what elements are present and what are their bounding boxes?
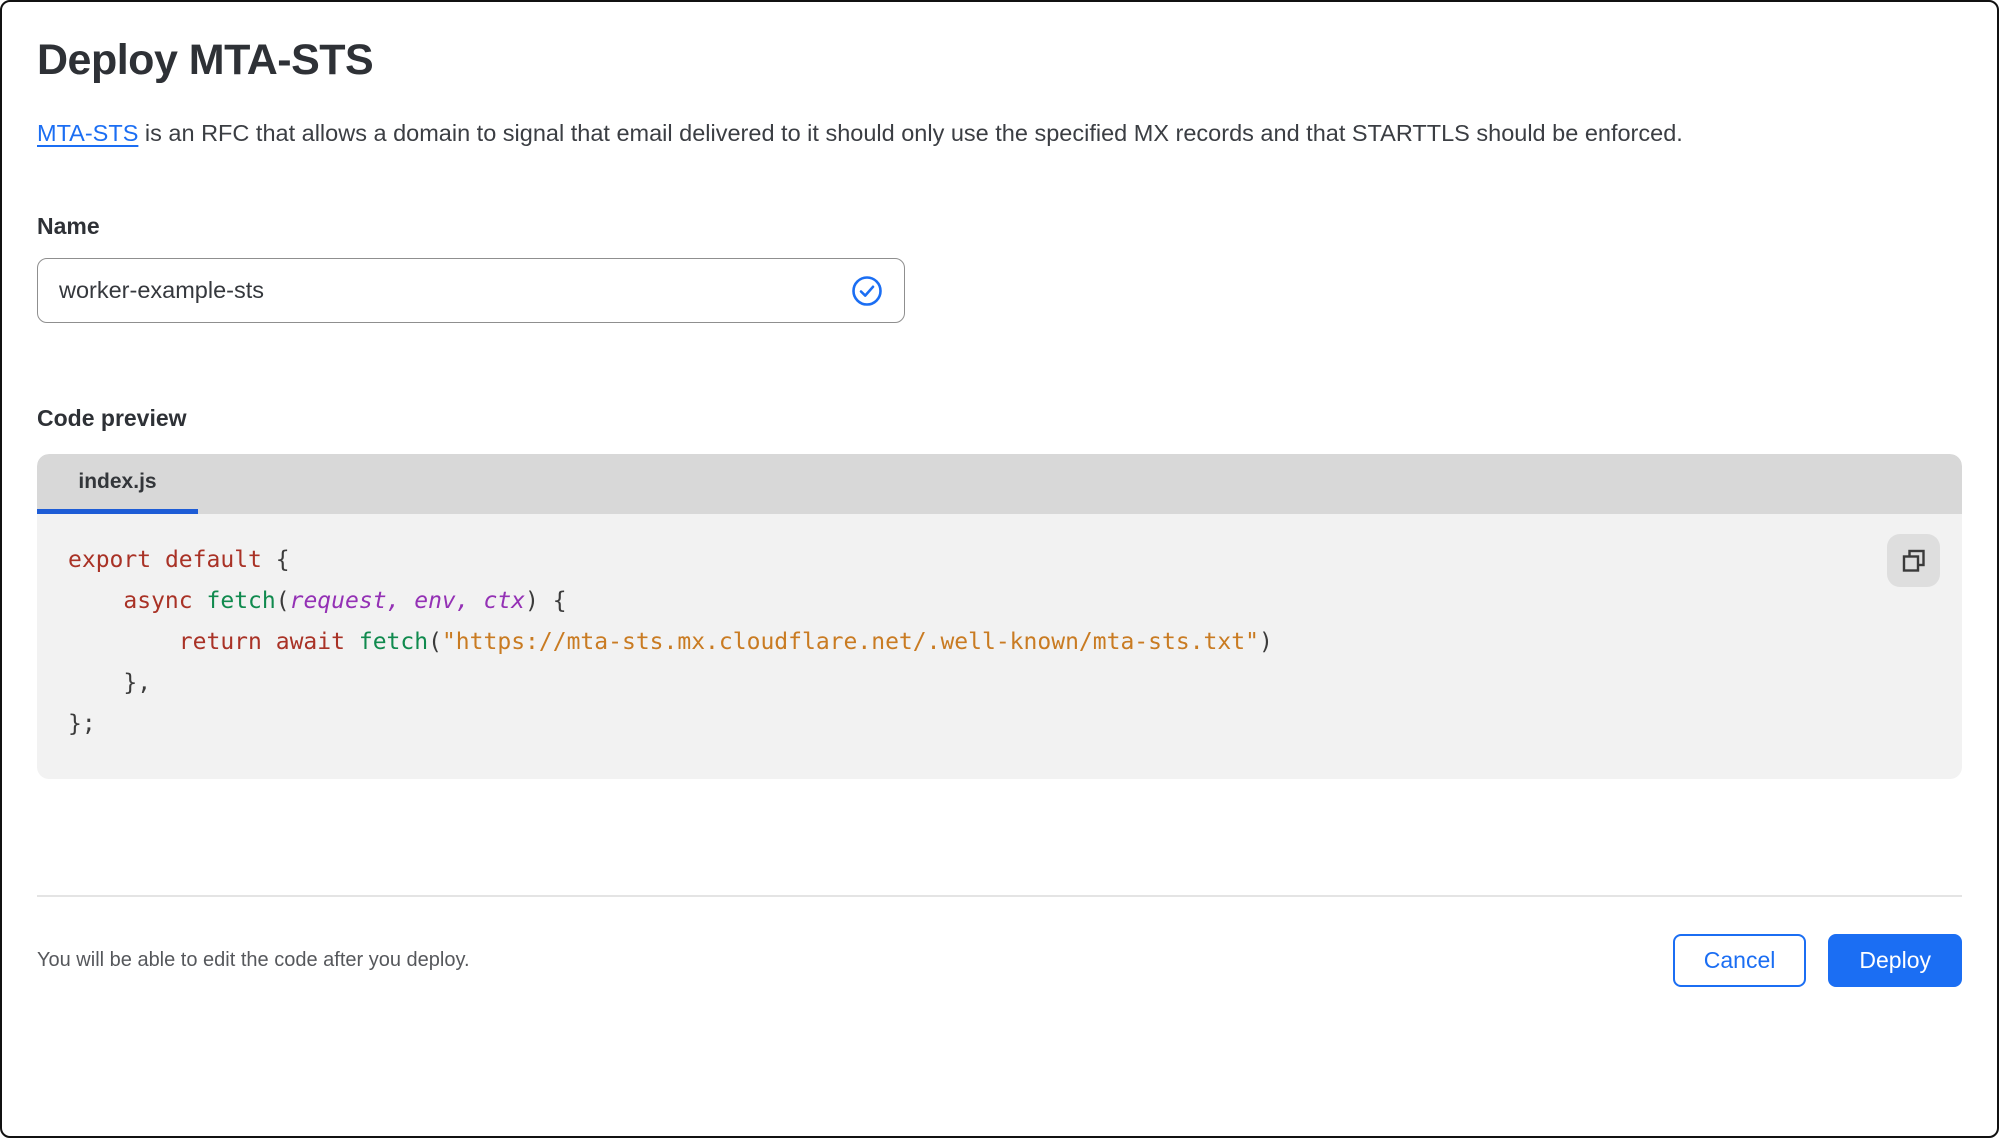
code-preview-block: index.js export default { async fetch(re… <box>37 454 1962 779</box>
footer-note: You will be able to edit the code after … <box>37 949 470 972</box>
code-line: export default { <box>68 540 1882 581</box>
code-line: return await fetch("https://mta-sts.mx.c… <box>68 622 1882 663</box>
tab-index-js[interactable]: index.js <box>37 454 198 514</box>
footer: You will be able to edit the code after … <box>37 897 1962 1023</box>
check-circle-icon <box>851 275 883 307</box>
footer-actions: Cancel Deploy <box>1673 934 1962 987</box>
mta-sts-link[interactable]: MTA-STS <box>37 120 138 146</box>
name-input-wrap <box>37 258 905 323</box>
name-label: Name <box>37 213 1962 240</box>
tab-index-js-label: index.js <box>78 470 156 494</box>
deploy-mta-sts-page: Deploy MTA-STS MTA-STS is an RFC that al… <box>0 0 1999 779</box>
page-title: Deploy MTA-STS <box>37 36 1962 85</box>
code-lines: export default { async fetch(request, en… <box>68 540 1882 745</box>
code-tabbar: index.js <box>37 454 1962 514</box>
code-line: async fetch(request, env, ctx) { <box>68 581 1882 622</box>
deploy-button[interactable]: Deploy <box>1828 934 1962 987</box>
description-body: is an RFC that allows a domain to signal… <box>138 120 1682 146</box>
description-text: MTA-STS is an RFC that allows a domain t… <box>37 115 1917 151</box>
code-preview-label: Code preview <box>37 405 1962 432</box>
name-input[interactable] <box>37 258 905 323</box>
code-line: }; <box>68 704 1882 745</box>
code-editor: export default { async fetch(request, en… <box>37 514 1962 779</box>
cancel-button[interactable]: Cancel <box>1673 934 1807 987</box>
copy-code-button[interactable] <box>1887 534 1940 587</box>
code-line: }, <box>68 663 1882 704</box>
copy-icon <box>1901 548 1927 574</box>
